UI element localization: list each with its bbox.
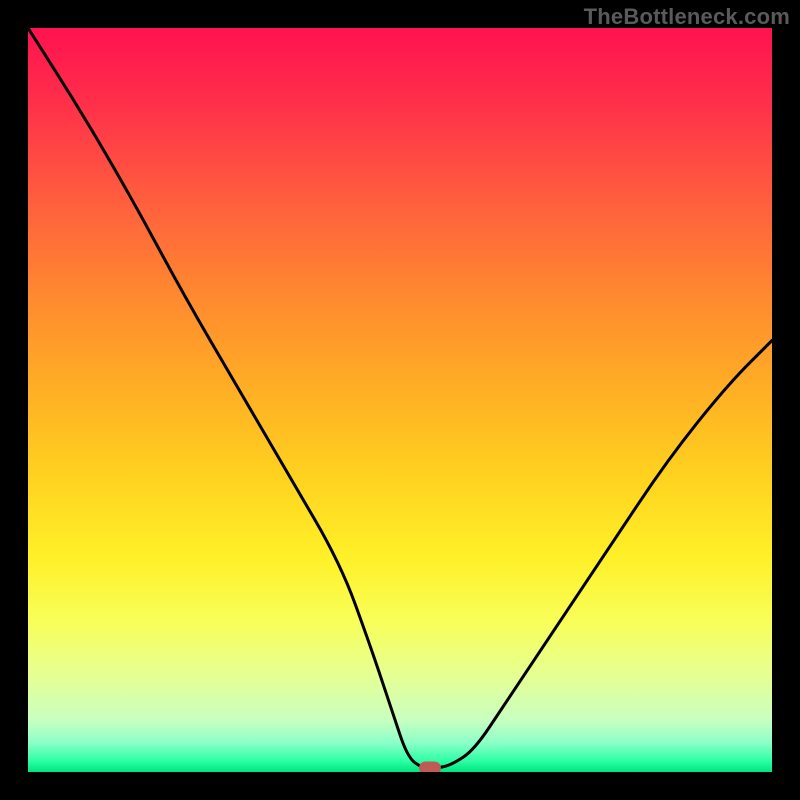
- chart-container: TheBottleneck.com: [0, 0, 800, 800]
- bottleneck-curve: [28, 28, 772, 772]
- watermark-text: TheBottleneck.com: [584, 4, 790, 30]
- minimum-marker: [419, 762, 441, 772]
- plot-area: [28, 28, 772, 772]
